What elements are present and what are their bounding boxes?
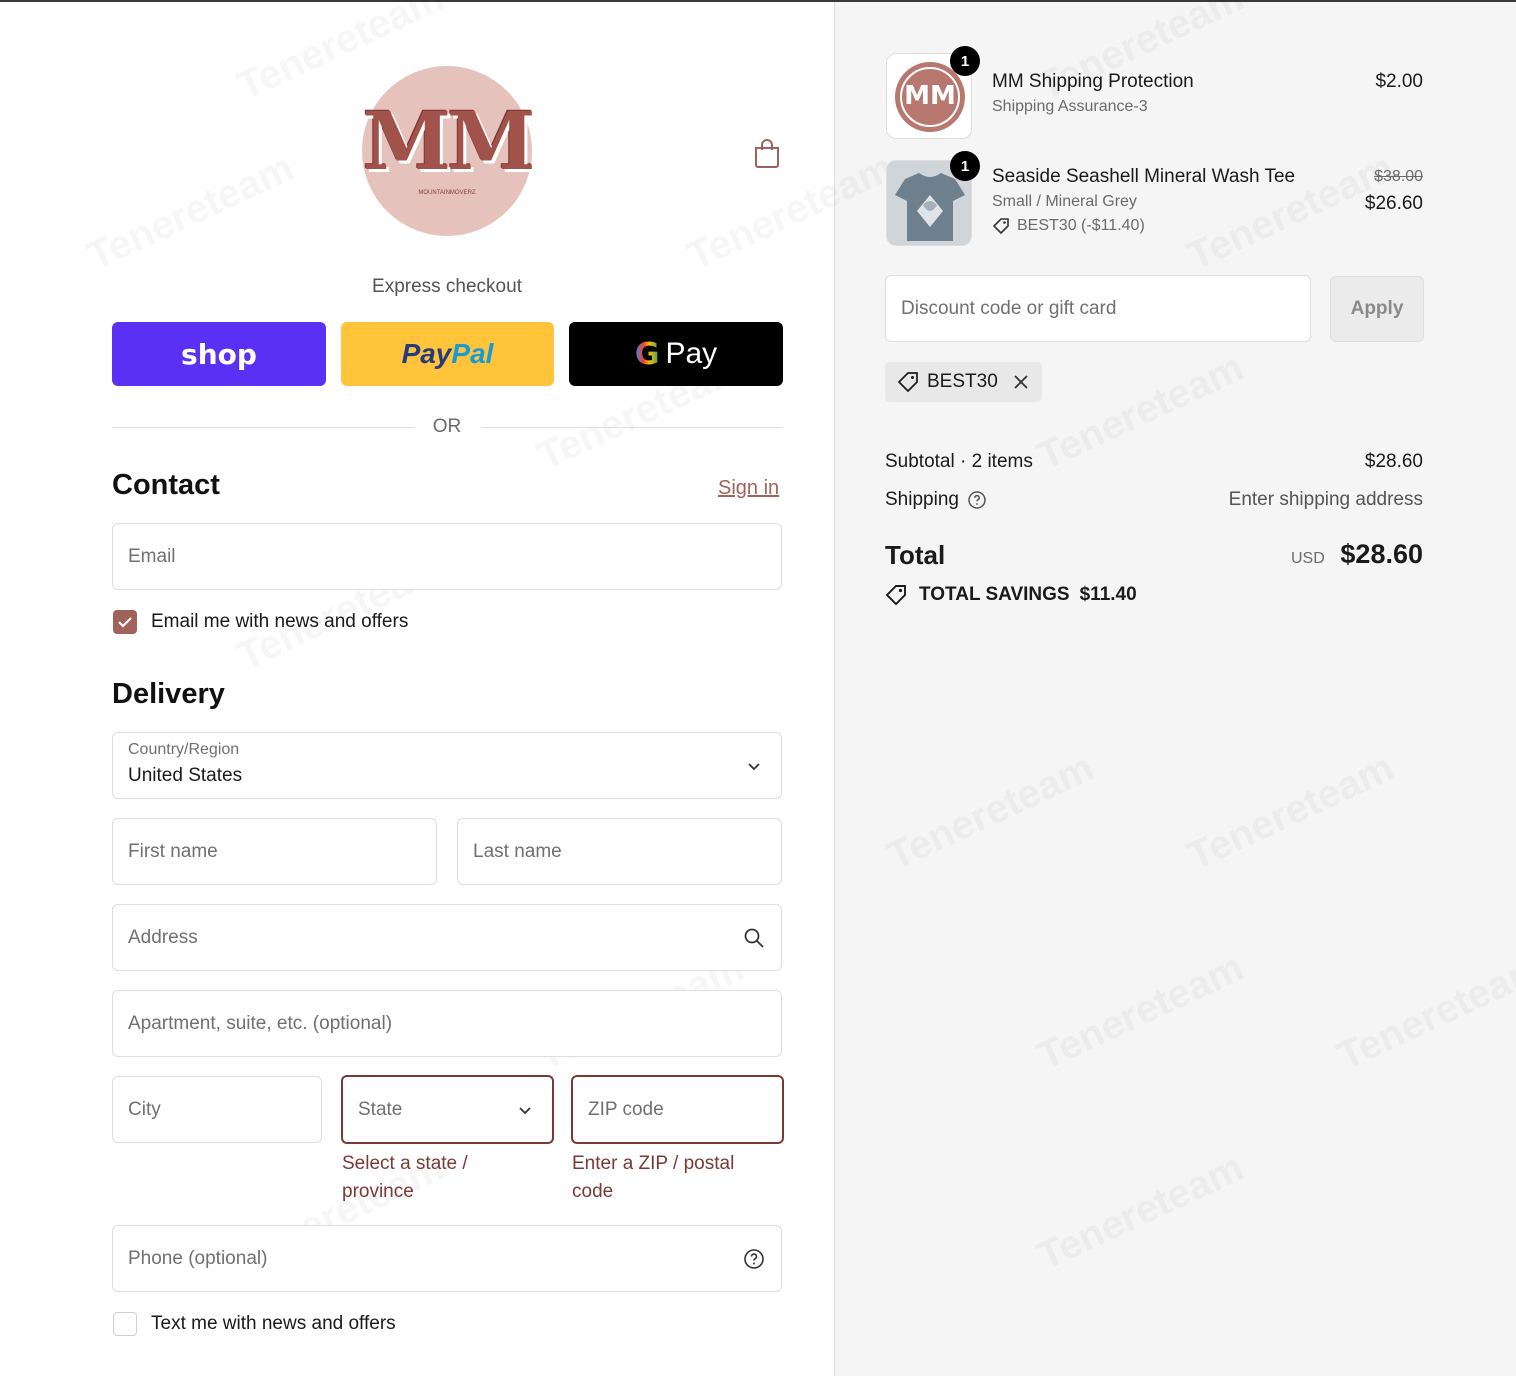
newsletter-checkbox[interactable] [113, 610, 137, 634]
sms-label: Text me with news and offers [151, 1313, 396, 1334]
shipping-label: Shipping [885, 489, 959, 510]
product-price: $26.60 [1364, 193, 1423, 214]
discount-input[interactable]: Discount code or gift card [885, 275, 1311, 342]
zip-error-line: code [572, 1181, 614, 1202]
currency-code: USD [1291, 550, 1325, 567]
close-icon[interactable] [1012, 373, 1030, 391]
applied-discount-chip: BEST30 [885, 362, 1042, 402]
contact-heading: Contact [112, 469, 220, 501]
discount-placeholder: Discount code or gift card [901, 297, 1117, 319]
paypal-button[interactable]: Pay Pal [341, 322, 554, 386]
chevron-down-icon [519, 1106, 531, 1114]
paypal-label-b: Pal [451, 338, 494, 369]
first-name-field[interactable]: First name [112, 818, 437, 885]
google-pay-button[interactable]: G Pay [569, 322, 783, 386]
or-separator: OR [432, 416, 462, 437]
tag-icon [992, 218, 1009, 235]
discount-text: BEST30 (-$11.40) [1017, 217, 1145, 234]
subtotal-label: Subtotal · 2 items [885, 451, 1033, 472]
help-icon[interactable] [967, 490, 987, 510]
last-name-placeholder: Last name [473, 840, 562, 862]
divider [482, 427, 782, 428]
sms-checkbox[interactable] [113, 1312, 137, 1336]
quantity-badge: 1 [950, 151, 980, 181]
paypal-label-a: Pay [401, 338, 452, 369]
savings-value: $11.40 [1079, 584, 1137, 605]
product-name: MM Shipping Protection [992, 71, 1194, 92]
shipping-row: Shipping [885, 489, 987, 511]
phone-field[interactable]: Phone (optional) [112, 1225, 782, 1292]
tag-icon [897, 372, 918, 393]
first-name-placeholder: First name [128, 840, 218, 862]
country-label: Country/Region [128, 741, 240, 758]
product-price: $2.00 [1375, 71, 1423, 92]
google-pay-label: Pay [665, 337, 718, 370]
search-icon [744, 928, 764, 948]
total-value: $28.60 [1340, 539, 1423, 569]
total-savings: TOTAL SAVINGS $11.40 [885, 584, 1137, 606]
sign-in-link[interactable]: Sign in [718, 477, 779, 500]
chevron-down-icon [748, 762, 760, 770]
zip-placeholder: ZIP code [588, 1098, 664, 1120]
google-g-icon: G [634, 336, 660, 372]
city-field[interactable]: City [112, 1076, 322, 1143]
logo-text: MM [362, 94, 535, 188]
state-error-line: province [342, 1181, 414, 1202]
address-placeholder: Address [128, 926, 198, 948]
city-placeholder: City [128, 1098, 161, 1120]
logo-subtext: MOUNTAINMOVERZ [418, 190, 476, 196]
address-field[interactable]: Address [112, 904, 782, 971]
state-placeholder: State [358, 1098, 403, 1120]
state-error: Select a state / province [342, 1150, 468, 1206]
shop-pay-button[interactable]: shop [112, 322, 326, 386]
apartment-placeholder: Apartment, suite, etc. (optional) [128, 1012, 393, 1034]
check-icon [118, 617, 132, 628]
newsletter-label: Email me with news and offers [151, 611, 409, 632]
savings-label: TOTAL SAVINGS [919, 584, 1070, 605]
thumb-text: MM [904, 81, 956, 111]
product-name: Seaside Seashell Mineral Wash Tee [992, 166, 1296, 187]
product-variant: Shipping Assurance-3 [992, 98, 1148, 115]
zip-error: Enter a ZIP / postal code [572, 1150, 734, 1206]
last-name-field[interactable]: Last name [457, 818, 782, 885]
country-select[interactable]: Country/Region United States [112, 732, 782, 799]
apartment-field[interactable]: Apartment, suite, etc. (optional) [112, 990, 782, 1057]
zip-field[interactable]: ZIP code [571, 1075, 784, 1144]
quantity-badge: 1 [950, 46, 980, 76]
country-value: United States [128, 765, 243, 786]
tag-icon [885, 585, 906, 606]
subtotal-value: $28.60 [1364, 451, 1423, 472]
product-discount: BEST30 (-$11.40) [992, 217, 1145, 235]
email-placeholder: Email [128, 545, 176, 567]
shop-pay-label: shop [181, 337, 257, 371]
apply-button[interactable]: Apply [1330, 276, 1424, 342]
delivery-heading: Delivery [112, 678, 225, 710]
store-logo[interactable]: MM MOUNTAINMOVERZ [362, 66, 536, 236]
state-select[interactable]: State [341, 1075, 554, 1144]
phone-placeholder: Phone (optional) [128, 1247, 268, 1269]
product-variant: Small / Mineral Grey [992, 193, 1137, 210]
express-checkout-title: Express checkout [372, 276, 522, 297]
applied-code: BEST30 [927, 371, 998, 392]
total-label: Total [885, 540, 946, 570]
divider [112, 427, 414, 428]
zip-error-line: Enter a ZIP / postal [572, 1153, 735, 1174]
email-field[interactable]: Email [112, 523, 782, 590]
original-price: $38.00 [1374, 168, 1423, 185]
state-error-line: Select a state / [342, 1153, 468, 1174]
help-icon[interactable] [743, 1248, 765, 1270]
shipping-value: Enter shipping address [1228, 489, 1423, 510]
shopping-bag-icon[interactable] [754, 138, 780, 168]
